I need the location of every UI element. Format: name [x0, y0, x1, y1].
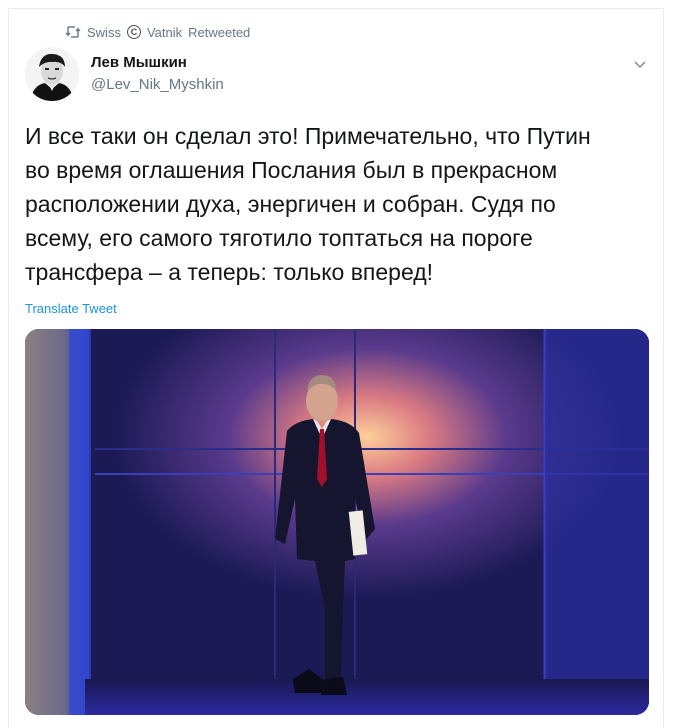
- tweet-photo[interactable]: [25, 329, 649, 715]
- retweet-icon: [65, 25, 81, 39]
- avatar[interactable]: [25, 47, 79, 101]
- tweet-text: И все таки он сделал это! Примечательно,…: [25, 123, 591, 285]
- retweet-label: Retweeted: [188, 24, 251, 40]
- translate-tweet-link[interactable]: Translate Tweet: [25, 301, 117, 316]
- author-name[interactable]: Лев Мышкин: [91, 54, 187, 71]
- retweeter-name[interactable]: Vatnik: [147, 25, 182, 40]
- author-handle[interactable]: @Lev_Nik_Myshkin: [91, 76, 224, 93]
- retweet-context: Swiss C Vatnik Retweeted: [65, 23, 250, 41]
- chevron-down-icon[interactable]: [631, 55, 649, 73]
- retweet-source[interactable]: Swiss: [87, 25, 121, 40]
- tweet-card[interactable]: Swiss C Vatnik Retweeted Лев Мышкин @Lev…: [8, 8, 664, 728]
- copyright-icon: C: [126, 25, 141, 39]
